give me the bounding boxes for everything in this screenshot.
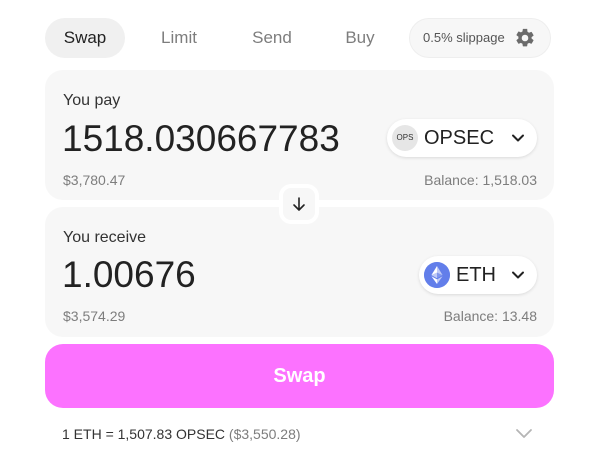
tab-buy[interactable]: Buy: [339, 18, 381, 58]
receive-token-selector[interactable]: ETH: [419, 256, 537, 294]
receive-amount-input[interactable]: 1.00676: [62, 254, 362, 296]
exchange-rate-fiat: ($3,550.28): [228, 426, 301, 442]
receive-panel: You receive 1.00676 ETH $3,574.29 Balanc…: [45, 207, 554, 337]
pay-panel: You pay 1518.030667783 OPS OPSEC $3,780.…: [45, 70, 554, 200]
pay-amount-input[interactable]: 1518.030667783: [62, 118, 372, 160]
chevron-down-icon: [512, 271, 524, 279]
arrow-down-icon: [293, 197, 305, 211]
slippage-settings-button[interactable]: 0.5% slippage: [409, 18, 551, 58]
chevron-down-icon[interactable]: [515, 426, 533, 440]
receive-balance: Balance: 13.48: [443, 308, 537, 324]
eth-token-icon: [424, 262, 450, 288]
pay-label: You pay: [63, 92, 121, 109]
swap-tabs: Swap Limit Send Buy 0.5% slippage: [45, 18, 551, 58]
pay-token-symbol: OPSEC: [424, 127, 495, 149]
exchange-rate[interactable]: 1 ETH = 1,507.83 OPSEC ($3,550.28): [62, 426, 301, 442]
gear-icon: [516, 28, 534, 47]
exchange-rate-text: 1 ETH = 1,507.83 OPSEC: [62, 426, 226, 442]
slippage-label: 0.5% slippage: [423, 30, 505, 45]
chevron-down-icon: [512, 134, 524, 142]
tab-send[interactable]: Send: [245, 18, 299, 58]
tab-swap[interactable]: Swap: [45, 18, 125, 58]
receive-label: You receive: [63, 229, 147, 246]
pay-balance: Balance: 1,518.03: [424, 172, 537, 188]
swap-button[interactable]: Swap: [45, 344, 554, 408]
pay-fiat-value: $3,780.47: [63, 172, 126, 188]
pay-token-selector[interactable]: OPS OPSEC: [387, 119, 537, 157]
switch-tokens-button[interactable]: [279, 184, 319, 224]
opsec-token-icon: OPS: [392, 125, 418, 151]
receive-fiat-value: $3,574.29: [63, 308, 126, 324]
tab-limit[interactable]: Limit: [153, 18, 205, 58]
receive-token-symbol: ETH: [456, 264, 496, 286]
